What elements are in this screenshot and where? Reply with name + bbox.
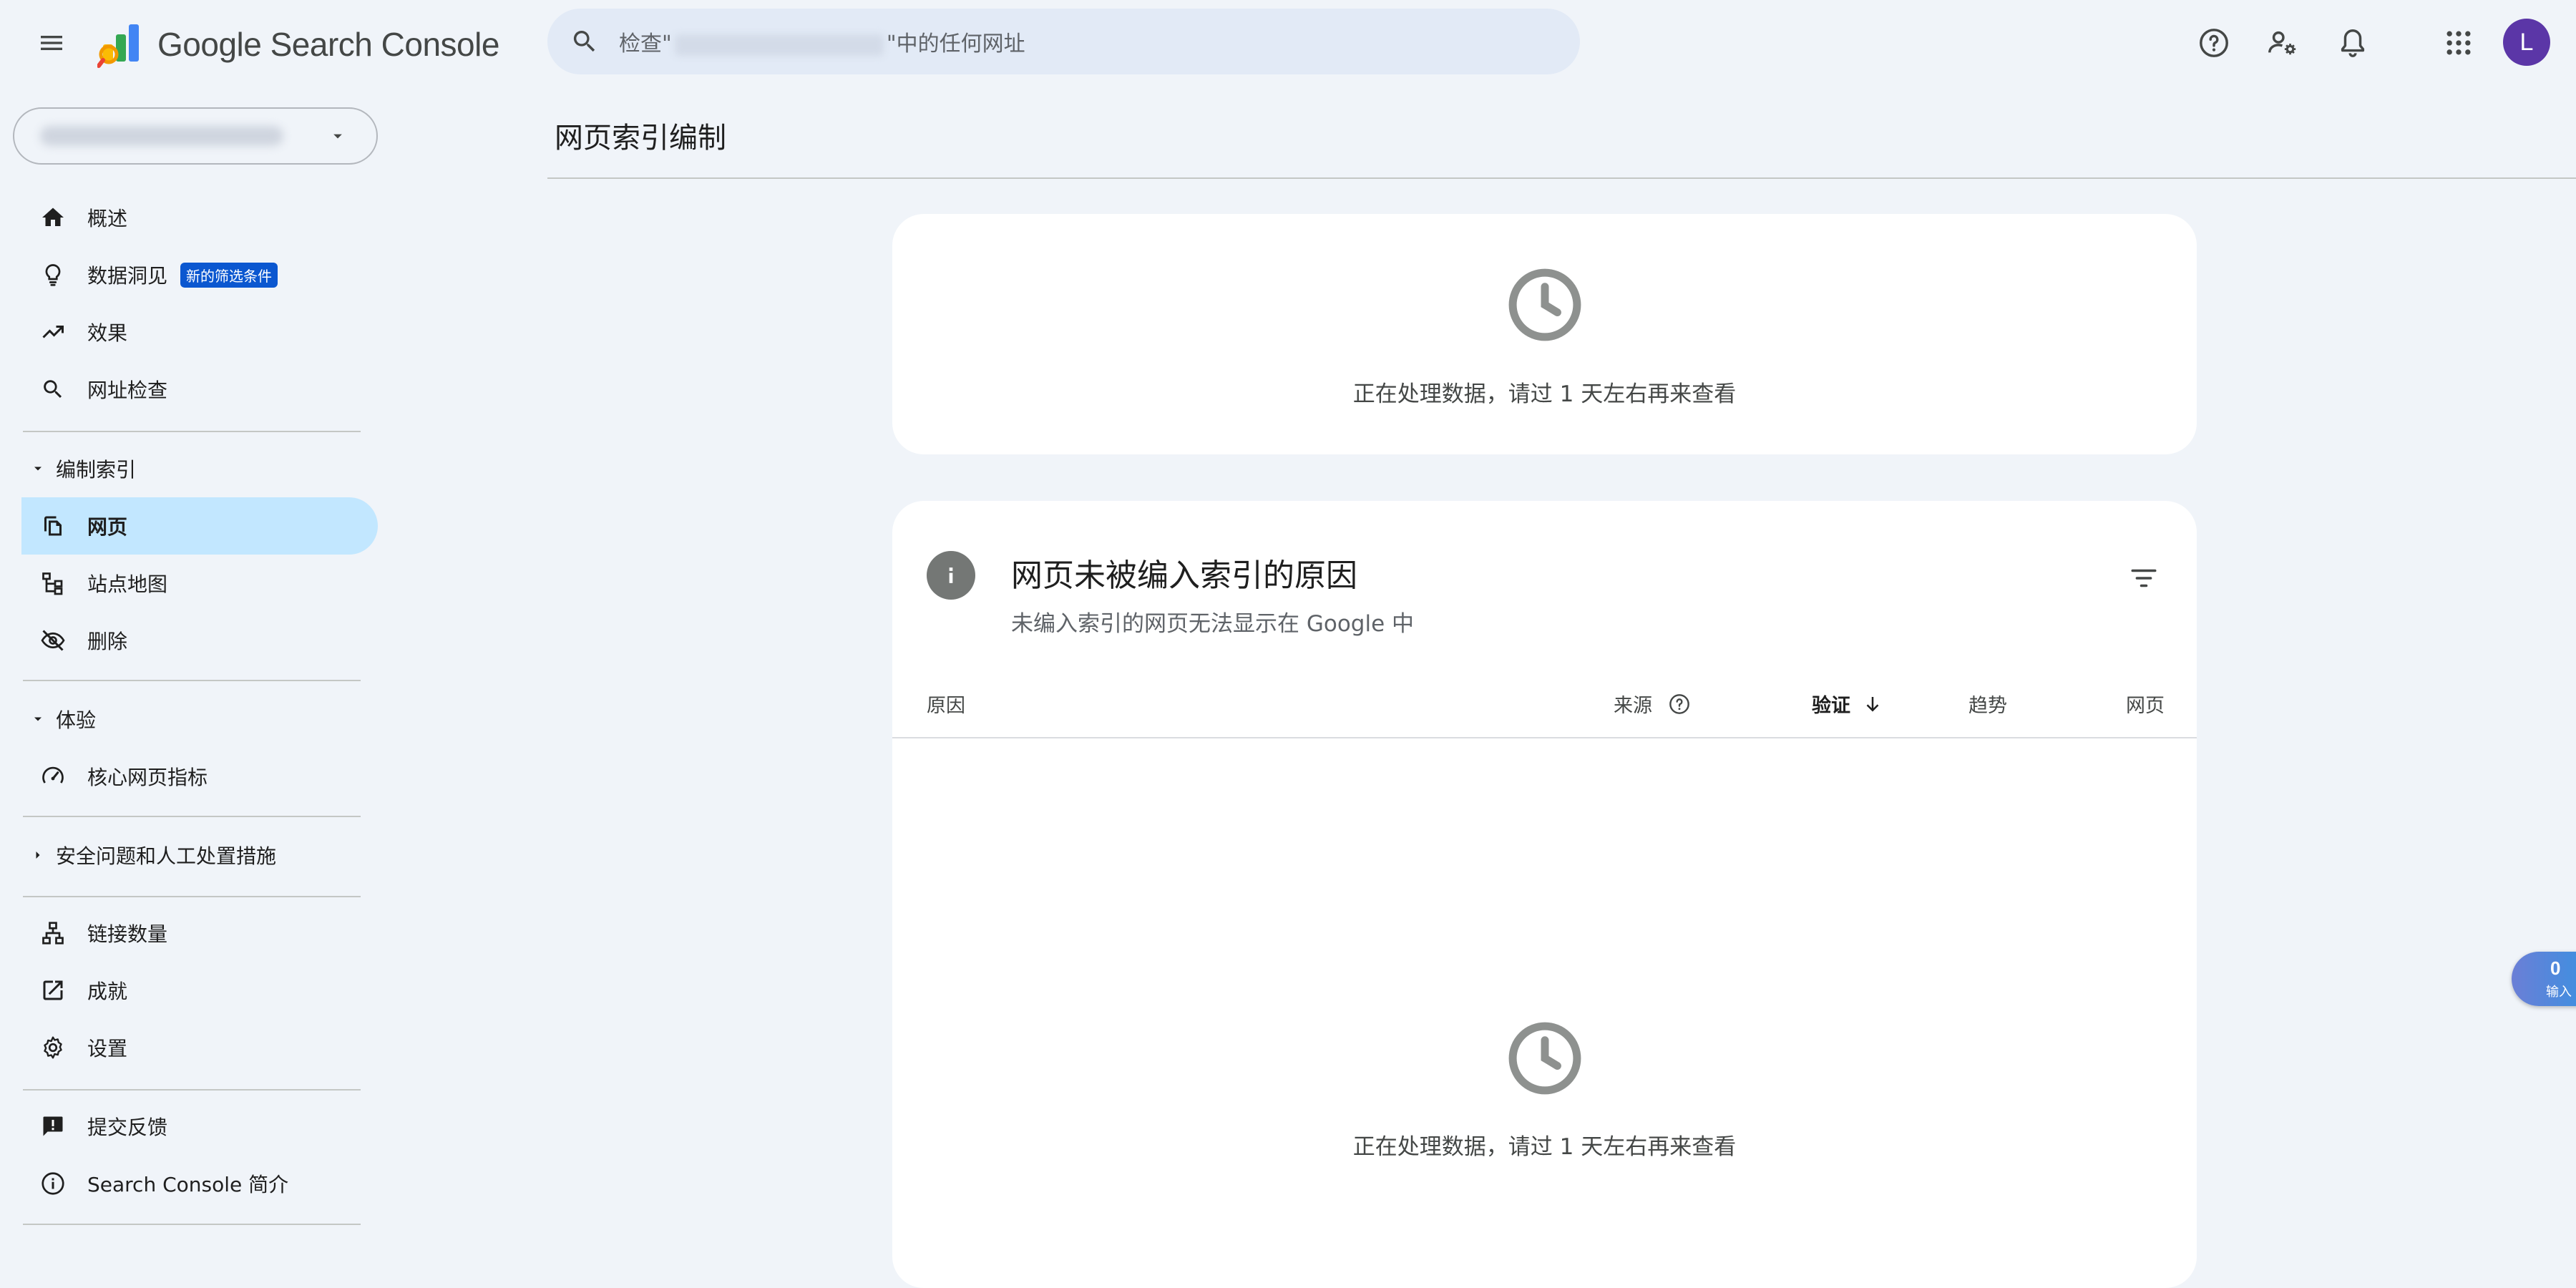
sidebar-divider [23,431,361,432]
app-title: Google Search Console [157,26,499,63]
sidebar-item-about[interactable]: Search Console 简介 [21,1155,378,1212]
sidebar-item-performance[interactable]: 效果 [21,303,378,361]
property-selector[interactable] [13,107,378,165]
sidebar-divider [23,680,361,681]
column-header-validation[interactable]: 验证 [1812,690,1883,718]
search-icon [36,372,70,406]
sidebar-divider [23,896,361,897]
sidebar-item-removals[interactable]: 删除 [21,612,378,669]
visibility-off-icon [36,623,70,658]
section-security[interactable]: 安全问题和人工处置措施 [27,834,276,877]
caret-down-icon [27,712,49,726]
app-logo[interactable]: Google Search Console [97,20,499,69]
help-icon [2197,26,2230,59]
column-header-reason[interactable]: 原因 [927,690,965,718]
blurred-property-name [674,34,884,56]
processing-card: 正在处理数据，请过 1 天左右再来查看 [892,214,2197,454]
processing-message: 正在处理数据，请过 1 天左右再来查看 [1352,381,1737,407]
new-filter-badge: 新的筛选条件 [180,262,278,288]
column-header-source[interactable]: 来源 [1614,690,1691,718]
speed-icon [36,759,70,794]
reasons-subtitle: 未编入索引的网页无法显示在 Google 中 [1011,611,1415,637]
sidebar-item-sitemaps[interactable]: 站点地图 [21,555,378,612]
filter-button[interactable] [2122,557,2165,600]
search-placeholder: 检查" "中的任何网址 [619,31,1025,57]
search-icon [570,27,599,56]
feedback-icon [36,1109,70,1143]
url-inspection-search[interactable]: 检查" "中的任何网址 [547,9,1580,74]
caret-down-icon [27,462,49,476]
reasons-title: 网页未被编入索引的原因 [1011,557,1357,594]
info-icon [927,551,975,600]
column-header-pages[interactable]: 网页 [2126,690,2165,718]
sidebar-item-core-web-vitals[interactable]: 核心网页指标 [21,748,378,805]
search-console-logo-icon [97,20,146,69]
pages-icon [36,509,70,543]
help-icon[interactable] [1668,693,1691,716]
lightbulb-icon [36,258,70,292]
clock-icon [1506,265,1584,344]
info-icon [36,1166,70,1201]
column-header-trend[interactable]: 趋势 [1968,690,2007,718]
main-menu-button[interactable] [29,20,74,66]
filter-icon [2129,563,2159,593]
menu-icon [37,29,66,57]
sidebar-divider [23,1224,361,1225]
sidebar-item-achievements[interactable]: 成就 [21,962,378,1019]
trending-up-icon [36,315,70,349]
links-icon [36,916,70,950]
section-experience[interactable]: 体验 [27,698,96,741]
help-button[interactable] [2190,19,2238,67]
open-in-new-icon [36,973,70,1008]
home-icon [36,200,70,235]
page-title: 网页索引编制 [555,122,726,155]
sidebar-item-settings[interactable]: 设置 [21,1019,378,1076]
reasons-header: 网页未被编入索引的原因 未编入索引的网页无法显示在 Google 中 [927,550,1414,638]
sidebar-divider [23,1089,361,1091]
caret-right-icon [27,848,49,862]
floating-input-widget[interactable]: 0 输入 [2512,952,2576,1006]
header-divider [547,177,2576,179]
section-indexing[interactable]: 编制索引 [27,447,136,490]
apps-grid-icon [2443,27,2474,59]
sidebar-item-links[interactable]: 链接数量 [21,904,378,962]
empty-state-message: 正在处理数据，请过 1 天左右再来查看 [1352,1134,1737,1160]
dropdown-arrow-icon [328,126,348,146]
notifications-button[interactable] [2328,19,2377,67]
sidebar-item-pages[interactable]: 网页 [21,497,378,555]
widget-label: 输入 [2546,985,2572,1000]
manage-users-button[interactable] [2258,19,2307,67]
google-apps-button[interactable] [2434,19,2483,67]
sidebar-item-feedback[interactable]: 提交反馈 [21,1098,378,1155]
sitemap-icon [36,566,70,600]
sidebar-divider [23,816,361,817]
table-header: 原因 来源 验证 趋势 网页 [892,665,2197,738]
account-avatar[interactable]: L [2503,19,2550,66]
sidebar-item-url-inspection[interactable]: 网址检查 [21,361,378,418]
notifications-icon [2336,26,2369,59]
sidebar-item-overview[interactable]: 概述 [21,189,378,246]
manage-accounts-icon [2266,26,2299,59]
widget-count: 0 [2550,957,2561,979]
clock-icon [1506,1019,1584,1098]
sidebar-item-insights[interactable]: 数据洞见 新的筛选条件 [21,246,378,303]
not-indexed-reasons-card: 网页未被编入索引的原因 未编入索引的网页无法显示在 Google 中 原因 来源… [892,501,2197,1288]
settings-icon [36,1030,70,1065]
arrow-down-icon [1862,693,1883,715]
blurred-property-name [40,126,283,146]
